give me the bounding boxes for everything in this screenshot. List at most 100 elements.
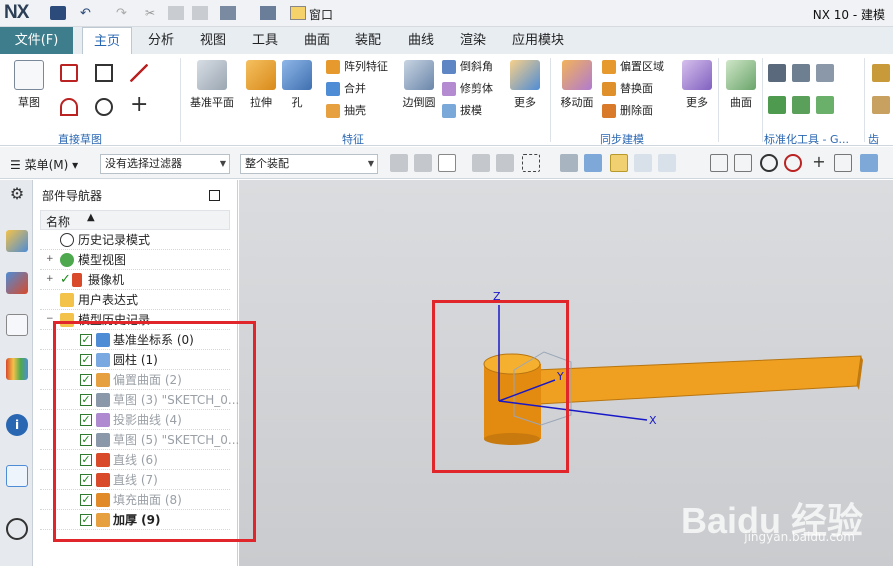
snap-icon[interactable] [834,154,852,172]
line-icon[interactable] [130,64,148,82]
replace-face-button[interactable]: 替换面 [602,80,653,98]
delete-face-button[interactable]: 删除面 [602,102,653,120]
shell-label: 抽壳 [344,104,366,117]
select-tool-icon[interactable] [414,154,432,172]
tab-analysis[interactable]: 分析 [148,27,174,54]
highlight-box-model [432,300,569,473]
combine-button[interactable]: 合并 [326,80,366,98]
reuse-library-icon[interactable] [6,358,28,380]
maximize-icon[interactable] [209,190,220,201]
assembly-scope-dropdown[interactable]: 整个装配 [240,154,378,174]
chamfer-button[interactable]: 倒斜角 [442,58,493,76]
undo-icon[interactable]: ↶ [80,6,96,21]
tree-item-user-expressions[interactable]: 用户表达式 [40,290,230,310]
snap-endpoint-icon[interactable] [634,154,652,172]
lasso-icon[interactable] [522,154,540,172]
tree-item-model-views[interactable]: + 模型视图 [40,250,230,270]
arc-icon[interactable] [60,98,78,116]
pattern-feature-label: 阵列特征 [344,60,388,73]
gear-tool-icon[interactable] [872,96,890,114]
tab-curve[interactable]: 曲线 [408,27,434,54]
history-clock-icon[interactable] [6,518,28,540]
file-menu-tab[interactable]: 文件(F) [0,27,73,54]
select-tool-icon[interactable] [390,154,408,172]
assembly-navigator-icon[interactable] [6,230,28,252]
move-face-button[interactable]: 移动面 [552,58,602,110]
surface-button[interactable]: 曲面 [716,58,766,110]
more-sync-button[interactable]: 更多 [672,58,722,110]
rectangle-icon[interactable] [95,64,113,82]
select-tool-icon[interactable] [438,154,456,172]
tree-item-label: 模型视图 [78,253,127,267]
tab-view[interactable]: 视图 [200,27,226,54]
group-sync-modeling-label: 同步建模 [600,133,644,146]
shell-button[interactable]: 抽壳 [326,102,366,120]
std-tool-icon[interactable] [792,64,810,82]
snap-icon[interactable] [710,154,728,172]
paste-icon[interactable] [192,6,208,20]
tab-application[interactable]: 应用模块 [512,27,564,54]
std-tool-icon[interactable] [816,96,834,114]
snap-point-icon[interactable]: + [810,154,828,172]
select-tool-icon[interactable] [472,154,490,172]
circle-icon[interactable] [95,98,113,116]
pattern-feature-button[interactable]: 阵列特征 [326,58,388,76]
gear-icon[interactable]: ⚙ [6,184,28,206]
tree-item-label: 用户表达式 [78,293,139,307]
snap-icon[interactable] [860,154,878,172]
web-browser-icon[interactable] [6,465,28,487]
point-icon[interactable]: + [130,92,148,117]
draft-button[interactable]: 拔模 [442,102,482,120]
save-icon[interactable] [50,6,66,20]
window-menu[interactable]: 窗口 [309,6,333,23]
snap-midpoint-icon[interactable] [658,154,676,172]
window-icon[interactable] [290,6,306,20]
constraint-navigator-icon[interactable] [6,272,28,294]
tree-item-history-mode[interactable]: 历史记录模式 [40,230,230,250]
type-filter-dropdown[interactable]: 没有选择过滤器 [100,154,230,174]
tab-assembly[interactable]: 装配 [355,27,381,54]
redo-icon[interactable]: ↷ [116,6,132,21]
group-feature-label: 特征 [342,133,364,146]
hole-button[interactable]: 孔 [272,58,322,110]
tab-tools[interactable]: 工具 [252,27,278,54]
snap-center-icon[interactable] [760,154,778,172]
std-tool-icon[interactable] [768,64,786,82]
datum-plane-button[interactable]: 基准平面 [186,58,238,110]
select-tool-icon[interactable] [496,154,514,172]
select-tool-icon[interactable] [560,154,578,172]
edge-blend-button[interactable]: 边倒圆 [394,58,444,110]
sketch-button[interactable]: 草图 [4,58,54,110]
std-tool-icon[interactable] [792,96,810,114]
tree-item-cameras[interactable]: + ✓ 摄像机 [40,270,230,290]
tab-render[interactable]: 渲染 [460,27,486,54]
datum-plane-label: 基准平面 [190,96,234,109]
std-tool-icon[interactable] [816,64,834,82]
info-icon[interactable]: i [6,414,28,436]
column-header-name[interactable]: 名称 ▲ [40,210,230,230]
snap-icon[interactable] [734,154,752,172]
expand-icon[interactable]: + [46,255,54,264]
touch-mode-icon[interactable] [260,6,276,20]
tab-home[interactable]: 主页 [82,27,132,54]
std-tool-icon[interactable] [768,96,786,114]
gear-tool-icon[interactable] [872,64,890,82]
expand-icon[interactable]: + [46,275,54,284]
offset-region-button[interactable]: 偏置区域 [602,58,664,76]
tab-surface[interactable]: 曲面 [304,27,330,54]
trim-body-button[interactable]: 修剪体 [442,80,493,98]
more-features-button[interactable]: 更多 [500,58,550,110]
part-navigator-icon[interactable] [6,314,28,336]
menu-button[interactable]: ☰ 菜单(M) ▾ [10,156,78,173]
select-tool-icon[interactable] [584,154,602,172]
copy-icon[interactable] [168,6,184,20]
group-direct-sketch-label: 直接草图 [58,133,102,146]
replace-face-icon [602,82,616,96]
repeat-command-icon[interactable] [220,6,236,20]
ribbon-separator [864,58,865,142]
clock-icon [60,233,74,247]
snap-quadrant-icon[interactable] [784,154,802,172]
cut-icon[interactable]: ✂ [145,6,161,20]
profile-icon[interactable] [60,64,78,82]
snap-icon[interactable] [610,154,628,172]
